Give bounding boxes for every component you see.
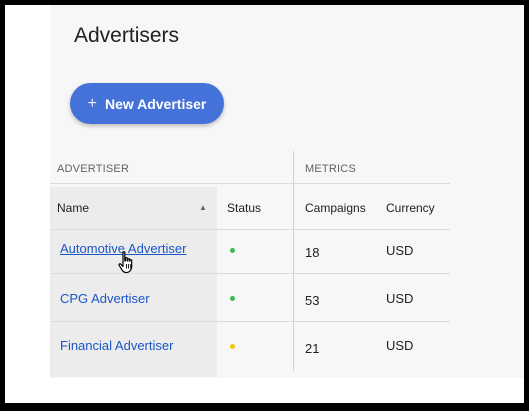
group-divider bbox=[293, 151, 294, 371]
campaigns-count: 21 bbox=[305, 341, 320, 356]
page-title: Advertisers bbox=[74, 24, 180, 47]
campaigns-count: 18 bbox=[305, 245, 320, 260]
group-header-advertiser: ADVERTISER bbox=[57, 163, 130, 175]
currency-value: USD bbox=[386, 291, 414, 306]
row-divider bbox=[50, 229, 450, 230]
column-header-name[interactable]: Name bbox=[57, 201, 89, 215]
hand-pointer-icon bbox=[118, 251, 133, 274]
sort-ascending-icon[interactable]: ▲ bbox=[199, 203, 207, 212]
status-dot bbox=[230, 248, 235, 253]
status-dot bbox=[230, 344, 235, 349]
plus-icon: + bbox=[87, 94, 97, 112]
new-advertiser-label: New Advertiser bbox=[104, 95, 207, 112]
advertiser-link[interactable]: CPG Advertiser bbox=[60, 291, 150, 306]
currency-value: USD bbox=[386, 243, 414, 258]
column-header-status[interactable]: Status bbox=[227, 201, 261, 215]
column-header-currency[interactable]: Currency bbox=[386, 201, 435, 215]
advertiser-link[interactable]: Financial Advertiser bbox=[60, 338, 173, 353]
row-divider bbox=[50, 321, 450, 322]
currency-value: USD bbox=[386, 338, 414, 353]
column-header-campaigns[interactable]: Campaigns bbox=[305, 201, 366, 215]
header-divider bbox=[50, 183, 450, 184]
new-advertiser-button[interactable]: + New Advertiser bbox=[70, 83, 224, 124]
group-header-metrics: METRICS bbox=[305, 163, 356, 175]
row-divider bbox=[50, 273, 450, 274]
status-dot bbox=[230, 296, 235, 301]
campaigns-count: 53 bbox=[305, 293, 320, 308]
app-frame: Advertisers + New Advertiser ADVERTISER … bbox=[5, 5, 524, 403]
